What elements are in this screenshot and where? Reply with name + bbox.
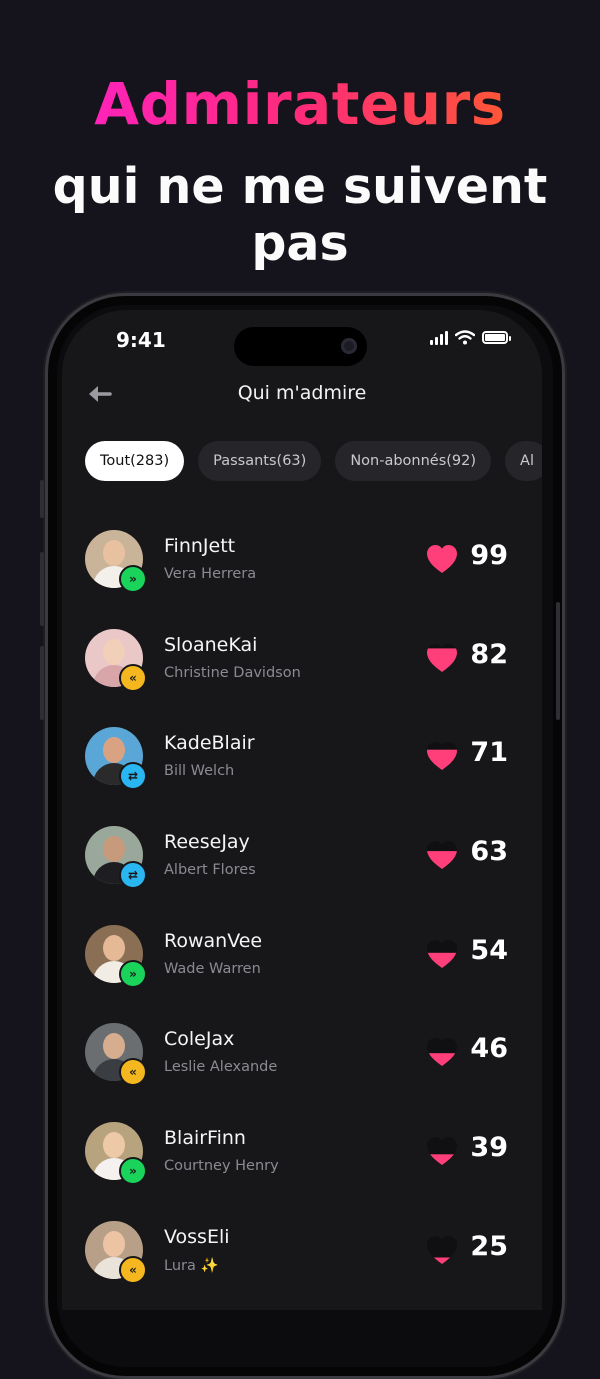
relation-badge-icon: ⇄ — [119, 861, 147, 890]
admire-score: 82 — [470, 638, 508, 670]
heart-fill — [427, 1257, 457, 1264]
phone-volume-up — [40, 552, 44, 626]
list-item[interactable]: « VossEli Lura ✨ 25 — [62, 1211, 542, 1310]
display-name: Lura ✨ — [164, 1257, 219, 1274]
username: VossEli — [164, 1225, 230, 1248]
admire-score: 99 — [470, 540, 508, 571]
username: BlairFinn — [164, 1127, 246, 1150]
heart-icon — [427, 939, 457, 968]
relation-badge-icon: « — [119, 1255, 147, 1284]
page-title: Qui m'admire — [237, 382, 367, 404]
list-item[interactable]: » FinnJett Vera Herrera 99 — [62, 520, 542, 619]
heart-fill — [427, 545, 457, 573]
app-screen: 9:41 Qui m'admire Tout(283) Passants(63)… — [62, 310, 542, 1310]
list-item[interactable]: ⇄ ReeseJay Albert Flores 63 — [62, 816, 542, 915]
admire-score: 71 — [470, 737, 508, 769]
admire-score: 63 — [470, 836, 508, 868]
avatar-head — [103, 638, 125, 665]
phone-power-button — [556, 602, 560, 720]
avatar-head — [103, 540, 125, 566]
relation-badge-icon: » — [119, 565, 147, 593]
heart-icon — [427, 1137, 457, 1166]
relation-badge-icon: ⇄ — [119, 762, 147, 791]
relation-badge-icon: « — [119, 663, 147, 692]
display-name: Vera Herrera — [164, 566, 257, 582]
tab-more[interactable]: Al — [505, 441, 542, 481]
username: KadeBlair — [164, 732, 255, 755]
list-item[interactable]: « SloaneKai Christine Davidson 82 — [62, 619, 542, 718]
signal-icon — [430, 330, 448, 345]
tab-passersby[interactable]: Passants(63) — [198, 441, 322, 481]
avatar-head — [103, 1132, 125, 1159]
heart-fill — [427, 750, 457, 771]
username: FinnJett — [164, 535, 236, 557]
status-icons — [430, 330, 511, 345]
headline-title: Admirateurs — [0, 70, 600, 138]
display-name: Wade Warren — [164, 960, 261, 977]
filter-tabs: Tout(283) Passants(63) Non-abonnés(92) A… — [85, 441, 542, 481]
heart-fill — [427, 952, 457, 968]
heart-icon — [427, 1038, 457, 1067]
relation-badge-icon: « — [119, 1058, 147, 1087]
list-item[interactable]: ⇄ KadeBlair Bill Welch 71 — [62, 717, 542, 816]
tab-all[interactable]: Tout(283) — [85, 441, 185, 481]
headline-subtitle: qui ne me suivent pas — [52, 158, 548, 272]
avatar-head — [103, 836, 125, 863]
display-name: Christine Davidson — [164, 664, 301, 681]
avatar-head — [103, 934, 125, 961]
list-item[interactable]: « ColeJax Leslie Alexande 46 — [62, 1013, 542, 1112]
display-name: Bill Welch — [164, 763, 235, 780]
heart-fill — [427, 1154, 457, 1166]
username: ColeJax — [164, 1028, 235, 1051]
username: ReeseJay — [164, 831, 250, 854]
display-name: Albert Flores — [164, 862, 256, 879]
avatar-head — [103, 1230, 125, 1257]
status-time: 9:41 — [116, 328, 166, 352]
heart-icon — [427, 545, 457, 573]
battery-icon — [482, 331, 511, 344]
relation-badge-icon: » — [119, 959, 147, 988]
heart-icon — [427, 643, 457, 672]
wifi-icon — [455, 330, 475, 345]
username: SloaneKai — [164, 633, 258, 656]
heart-fill — [427, 1053, 457, 1067]
heart-fill — [427, 648, 457, 672]
camera-icon — [341, 338, 357, 354]
display-name: Leslie Alexande — [164, 1059, 278, 1076]
list-item[interactable]: » RowanVee Wade Warren 54 — [62, 915, 542, 1014]
heart-icon — [427, 841, 457, 870]
heart-icon — [427, 1235, 457, 1264]
admirer-list: » FinnJett Vera Herrera 99 « SloaneKai C… — [62, 520, 542, 1310]
relation-badge-icon: » — [119, 1157, 147, 1186]
tab-non-followers[interactable]: Non-abonnés(92) — [335, 441, 492, 481]
admire-score: 25 — [470, 1230, 508, 1262]
phone-action-button — [40, 480, 44, 518]
username: RowanVee — [164, 929, 263, 952]
list-item[interactable]: » BlairFinn Courtney Henry 39 — [62, 1112, 542, 1211]
admire-score: 39 — [470, 1132, 508, 1164]
display-name: Courtney Henry — [164, 1158, 279, 1175]
heart-fill — [427, 851, 457, 870]
admire-score: 54 — [470, 934, 508, 966]
phone-volume-down — [40, 646, 44, 720]
heart-icon — [427, 742, 457, 771]
admire-score: 46 — [470, 1033, 508, 1065]
dynamic-island — [234, 327, 367, 366]
